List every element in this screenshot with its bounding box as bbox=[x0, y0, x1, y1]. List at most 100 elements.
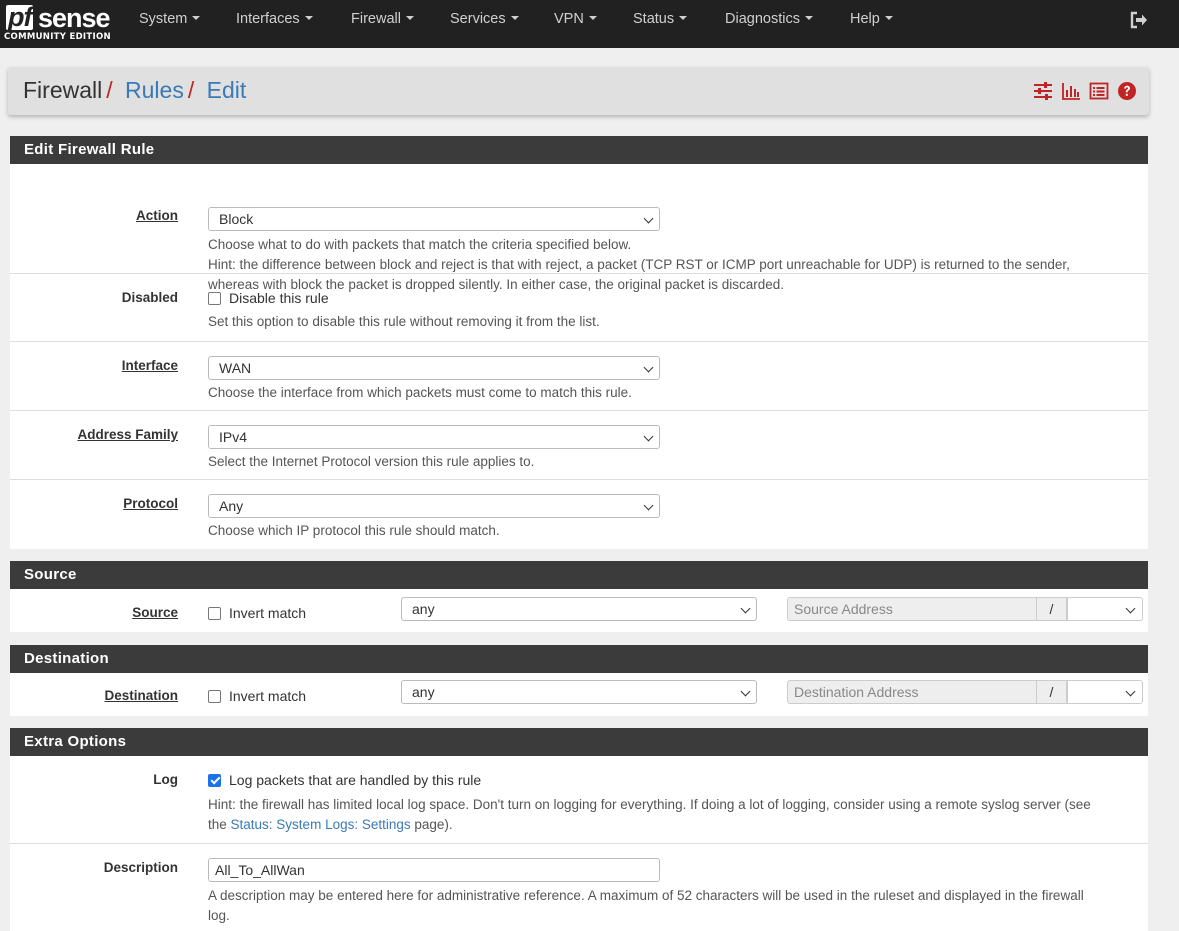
log-help-line: the Status: System Logs: Settings page). bbox=[208, 815, 1091, 835]
log-help-prefix: the bbox=[208, 817, 231, 832]
source-invert-label: Invert match bbox=[229, 605, 307, 621]
log-row: Log Log packets that are handled by this… bbox=[10, 756, 1148, 844]
logo-sense: sense bbox=[38, 3, 111, 33]
caret-down-icon bbox=[405, 16, 414, 21]
extra-options-panel: Extra Options Log Log packets that are h… bbox=[10, 728, 1148, 931]
action-help-line: Hint: the difference between block and r… bbox=[208, 257, 1070, 272]
source-label[interactable]: Source bbox=[132, 605, 178, 620]
list-icon[interactable] bbox=[1089, 81, 1109, 101]
checkbox-checked-icon[interactable] bbox=[208, 773, 221, 787]
destination-panel: Destination Destination Invert match any… bbox=[10, 645, 1148, 716]
log-checkbox[interactable]: Log packets that are handled by this rul… bbox=[208, 772, 481, 788]
action-label[interactable]: Action bbox=[136, 208, 178, 223]
log-help-line: Hint: the firewall has limited local log… bbox=[208, 797, 1091, 812]
source-mask-separator: / bbox=[1037, 597, 1067, 621]
checkbox-box[interactable] bbox=[208, 606, 221, 620]
disabled-help: Set this option to disable this rule wit… bbox=[208, 314, 600, 329]
address-family-select[interactable]: IPv4 bbox=[208, 425, 660, 449]
sign-out-icon[interactable] bbox=[1129, 10, 1149, 30]
panel-title: Source bbox=[10, 561, 1148, 589]
disable-rule-checkbox-label: Disable this rule bbox=[229, 290, 329, 306]
edit-rule-panel: Edit Firewall Rule Action Block Choose w… bbox=[10, 136, 1148, 549]
breadcrumb: Firewall / Rules / Edit bbox=[23, 77, 246, 104]
protocol-label[interactable]: Protocol bbox=[123, 496, 178, 511]
source-row: Source Invert match any Source Address / bbox=[10, 589, 1148, 632]
breadcrumb-edit[interactable]: Edit bbox=[207, 77, 247, 103]
log-label: Log bbox=[153, 772, 178, 787]
log-help: Hint: the firewall has limited local log… bbox=[208, 795, 1091, 835]
nav-help-label: Help bbox=[850, 11, 880, 27]
interface-label[interactable]: Interface bbox=[122, 358, 178, 373]
breadcrumb-rules[interactable]: Rules bbox=[125, 77, 184, 103]
destination-row: Destination Invert match any Destination… bbox=[10, 673, 1148, 716]
nav-vpn[interactable]: VPN bbox=[554, 0, 597, 48]
checkbox-box[interactable] bbox=[208, 689, 221, 703]
breadcrumb-separator: / bbox=[106, 77, 113, 103]
sliders-icon[interactable] bbox=[1033, 81, 1053, 101]
description-help: A description may be entered here for ad… bbox=[208, 886, 1084, 926]
source-mask-select[interactable] bbox=[1067, 597, 1143, 621]
nav-firewall-label: Firewall bbox=[351, 11, 401, 27]
destination-invert-label: Invert match bbox=[229, 688, 307, 704]
nav-help[interactable]: Help bbox=[850, 0, 893, 48]
logo-pf: pf bbox=[6, 2, 34, 32]
caret-down-icon bbox=[679, 16, 688, 21]
interface-select[interactable]: WAN bbox=[208, 356, 660, 380]
question-circle-icon[interactable] bbox=[1117, 81, 1137, 101]
checkbox-box[interactable] bbox=[208, 291, 221, 305]
caret-down-icon bbox=[304, 16, 313, 21]
description-help-line: log. bbox=[208, 908, 230, 923]
destination-mask-separator: / bbox=[1037, 680, 1067, 704]
pfsense-logo[interactable]: pf sense COMMUNITY EDITION bbox=[4, 2, 112, 43]
caret-down-icon bbox=[588, 16, 597, 21]
source-type-select[interactable]: any bbox=[401, 597, 757, 621]
nav-diagnostics-label: Diagnostics bbox=[725, 11, 800, 27]
nav-system[interactable]: System bbox=[139, 0, 201, 48]
action-row: Action Block Choose what to do with pack… bbox=[10, 164, 1148, 292]
interface-row: Interface WAN Choose the interface from … bbox=[10, 342, 1148, 411]
nav-interfaces-label: Interfaces bbox=[236, 11, 300, 27]
address-family-label[interactable]: Address Family bbox=[77, 427, 178, 442]
disable-rule-checkbox[interactable]: Disable this rule bbox=[208, 290, 329, 306]
nav-status-label: Status bbox=[633, 11, 675, 27]
destination-address-input[interactable]: Destination Address bbox=[787, 680, 1037, 704]
system-logs-settings-link[interactable]: Status: System Logs: Settings bbox=[231, 817, 411, 832]
caret-down-icon bbox=[884, 16, 893, 21]
description-input[interactable]: All_To_AllWan bbox=[208, 858, 660, 882]
source-address-input[interactable]: Source Address bbox=[787, 597, 1037, 621]
panel-title: Destination bbox=[10, 645, 1148, 673]
log-help-suffix: page). bbox=[410, 817, 453, 832]
nav-interfaces[interactable]: Interfaces bbox=[236, 0, 313, 48]
nav-firewall[interactable]: Firewall bbox=[351, 0, 414, 48]
action-select[interactable]: Block bbox=[208, 207, 660, 231]
source-panel: Source Source Invert match any Source Ad… bbox=[10, 561, 1148, 632]
address-family-help: Select the Internet Protocol version thi… bbox=[208, 454, 535, 469]
destination-invert-checkbox[interactable]: Invert match bbox=[208, 688, 306, 704]
nav-services[interactable]: Services bbox=[450, 0, 519, 48]
disabled-row: Disabled Disable this rule Set this opti… bbox=[10, 274, 1148, 342]
bar-chart-icon[interactable] bbox=[1061, 81, 1081, 101]
destination-label[interactable]: Destination bbox=[104, 688, 178, 703]
disabled-label: Disabled bbox=[121, 290, 178, 305]
panel-title: Extra Options bbox=[10, 728, 1148, 756]
breadcrumb-separator: / bbox=[187, 77, 195, 103]
nav-services-label: Services bbox=[450, 11, 506, 27]
source-invert-checkbox[interactable]: Invert match bbox=[208, 605, 306, 621]
logo-edition: COMMUNITY EDITION bbox=[4, 32, 111, 42]
protocol-row: Protocol Any Choose which IP protocol th… bbox=[10, 480, 1148, 549]
nav-system-label: System bbox=[139, 11, 188, 27]
top-navbar: pf sense COMMUNITY EDITION System Interf… bbox=[0, 0, 1179, 48]
destination-mask-select[interactable] bbox=[1067, 680, 1143, 704]
nav-vpn-label: VPN bbox=[554, 11, 584, 27]
caret-down-icon bbox=[804, 16, 813, 21]
address-family-row: Address Family IPv4 Select the Internet … bbox=[10, 411, 1148, 480]
breadcrumb-firewall: Firewall bbox=[23, 77, 103, 103]
description-help-line: A description may be entered here for ad… bbox=[208, 888, 1084, 903]
nav-status[interactable]: Status bbox=[633, 0, 688, 48]
interface-help: Choose the interface from which packets … bbox=[208, 385, 632, 400]
protocol-select[interactable]: Any bbox=[208, 494, 660, 518]
breadcrumb-bar: Firewall / Rules / Edit bbox=[8, 67, 1149, 115]
nav-diagnostics[interactable]: Diagnostics bbox=[725, 0, 813, 48]
destination-type-select[interactable]: any bbox=[401, 680, 757, 704]
panel-title: Edit Firewall Rule bbox=[10, 136, 1148, 164]
